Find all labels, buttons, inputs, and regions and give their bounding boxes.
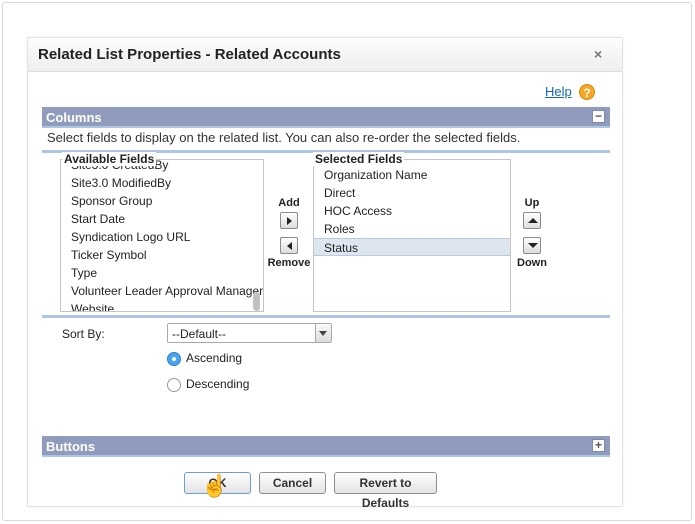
help-icon[interactable]: ? [579, 84, 595, 100]
ascending-radio[interactable]: Ascending [167, 351, 242, 366]
columns-section-title: Columns [46, 110, 102, 125]
descending-label: Descending [186, 377, 250, 391]
columns-hint: Select fields to display on the related … [47, 130, 521, 145]
selected-fields-list[interactable]: Organization Name Direct HOC Access Roles St… [313, 159, 511, 312]
descending-radio-button[interactable] [167, 377, 181, 392]
sort-by-label: Sort By: [62, 327, 105, 341]
down-control: Down [514, 237, 550, 269]
close-icon[interactable]: × [594, 47, 608, 61]
list-item[interactable]: Site3.0 ModifiedBy [61, 174, 263, 192]
list-item[interactable]: Website [61, 300, 263, 311]
list-item[interactable]: Direct [314, 184, 510, 202]
up-control: Up [514, 197, 550, 229]
up-label: Up [524, 197, 540, 209]
list-item[interactable]: Sponsor Group [61, 192, 263, 210]
arrow-up-icon [528, 218, 538, 223]
chevron-down-icon [315, 324, 331, 342]
list-item[interactable]: Start Date [61, 210, 263, 228]
sort-by-select[interactable]: --Default-- [167, 323, 332, 343]
dialog-title: Related List Properties - Related Accoun… [38, 46, 341, 63]
list-item[interactable]: Organization Name [314, 166, 510, 184]
expand-icon[interactable]: + [592, 439, 605, 452]
columns-panel: Site3.0 CreatedBySite3.0 ModifiedBySpons… [42, 150, 610, 318]
arrow-right-icon [287, 217, 292, 225]
dialog-header: Related List Properties - Related Accoun… [28, 38, 622, 72]
available-fields-label: Available Fields [62, 152, 157, 166]
available-scrollbar-thumb[interactable] [253, 292, 260, 311]
columns-section-header: Columns − [42, 107, 610, 128]
ascending-radio-button[interactable] [167, 351, 181, 366]
collapse-icon[interactable]: − [592, 110, 605, 123]
list-item[interactable]: Syndication Logo URL [61, 228, 263, 246]
list-item[interactable]: Status [314, 238, 510, 256]
down-label: Down [517, 257, 547, 269]
remove-button[interactable] [280, 237, 298, 254]
buttons-section-title: Buttons [46, 439, 96, 454]
list-item[interactable]: Type [61, 264, 263, 282]
selected-fields-label: Selected Fields [313, 152, 405, 166]
arrow-down-icon [528, 243, 538, 248]
list-item[interactable]: Volunteer Leader Approval Manager [61, 282, 263, 300]
remove-label: Remove [267, 257, 311, 269]
add-button[interactable] [280, 212, 298, 229]
available-fields-list[interactable]: Site3.0 CreatedBySite3.0 ModifiedBySpons… [60, 159, 264, 312]
list-item[interactable]: Ticker Symbol [61, 246, 263, 264]
arrow-left-icon [287, 242, 292, 250]
related-list-properties-dialog: Related List Properties - Related Accoun… [27, 37, 623, 510]
cancel-button[interactable]: Cancel [259, 472, 326, 494]
hand-cursor-icon: ☝ [201, 473, 229, 498]
add-control: Add [268, 197, 310, 229]
list-item[interactable]: Roles [314, 220, 510, 238]
add-label: Add [278, 197, 300, 209]
buttons-section-header: Buttons + [42, 436, 610, 457]
list-item[interactable]: HOC Access [314, 202, 510, 220]
up-button[interactable] [523, 212, 541, 229]
help-link[interactable]: Help [545, 84, 572, 99]
descending-radio[interactable]: Descending [167, 377, 249, 392]
remove-control: Remove [266, 237, 312, 269]
down-button[interactable] [523, 237, 541, 254]
ascending-label: Ascending [186, 351, 243, 365]
sort-by-value: --Default-- [172, 327, 227, 341]
revert-to-defaults-button[interactable]: Revert to Defaults [334, 472, 437, 510]
